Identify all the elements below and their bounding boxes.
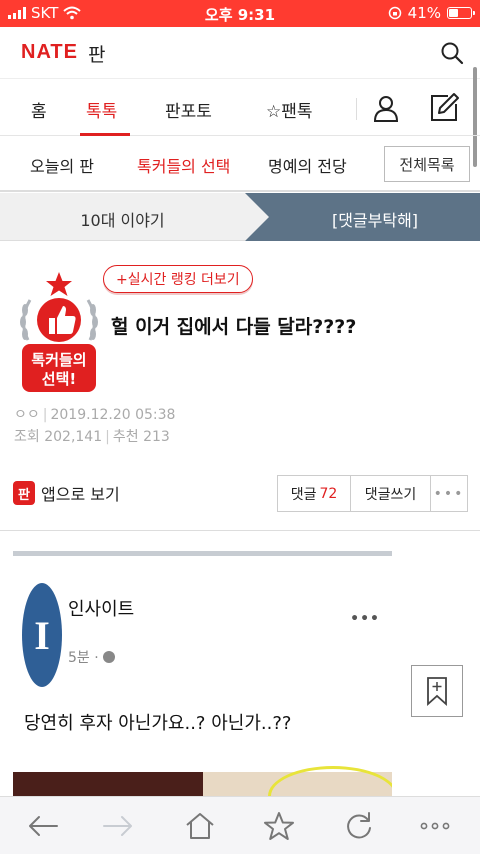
recommend-count: 213	[143, 429, 170, 445]
active-tab-indicator	[80, 133, 130, 136]
embedded-image: I 인사이트 5분 · ••• 당연히 후자 아닌가요..? 아닌가..??	[13, 551, 392, 796]
embed-photo-left	[13, 772, 203, 796]
tab-toktok[interactable]: 톡톡	[86, 97, 117, 122]
all-list-button[interactable]: 전체목록	[384, 146, 470, 182]
embed-top-border	[13, 551, 392, 556]
bookmark-add-icon	[427, 677, 447, 706]
user-icon[interactable]	[372, 94, 400, 122]
battery-percent: 41%	[407, 4, 441, 22]
divider	[356, 98, 357, 120]
search-icon[interactable]	[440, 41, 464, 65]
orientation-lock-icon	[388, 6, 401, 20]
section-title[interactable]: 판	[88, 40, 105, 67]
tab-home[interactable]: 홈	[31, 97, 47, 122]
subnav-talkers-choice[interactable]: 톡커들의 선택	[137, 153, 230, 177]
embed-author: 인사이트	[68, 599, 135, 620]
browser-toolbar	[0, 796, 480, 854]
star-icon[interactable]	[263, 811, 295, 841]
badge-text-1: 톡커들의	[31, 351, 86, 369]
comments-count: 72	[319, 485, 338, 502]
app-header: NATE 판	[0, 27, 480, 167]
badge-text-2: 선택!	[42, 370, 76, 388]
recommend-label: 추천	[112, 429, 139, 445]
post-meta-stats: 조회 202,141 | 추천 213	[14, 429, 170, 445]
main-tabs: 홈 톡톡 판포토 ☆팬톡	[0, 80, 480, 136]
views-count: 202,141	[44, 429, 103, 445]
more-icon[interactable]	[419, 811, 451, 841]
topic-arrow	[245, 193, 269, 241]
insight-avatar: I	[22, 583, 62, 687]
back-icon[interactable]	[27, 811, 59, 841]
reload-icon[interactable]	[343, 811, 375, 841]
tab-panphoto[interactable]: 판포토	[165, 97, 212, 122]
topic-category[interactable]: 10대 이야기	[0, 207, 245, 231]
home-icon[interactable]	[184, 811, 216, 841]
sub-nav: 오늘의 판 톡커들의 선택 명예의 전당 전체목록	[0, 137, 480, 192]
talkers-choice-badge: 톡커들의 선택!	[14, 270, 104, 396]
views-label: 조회	[14, 429, 40, 445]
tab-fantalk[interactable]: ☆팬톡	[266, 97, 313, 122]
subnav-hall-of-fame[interactable]: 명예의 전당	[268, 153, 347, 177]
topic-bar: 10대 이야기 [댓글부탁해]	[0, 193, 480, 241]
post-title: 헐 이거 집에서 다들 달라????	[111, 316, 357, 338]
post-actions: 댓글 72 댓글쓰기 •••	[277, 475, 468, 512]
comments-button[interactable]: 댓글 72	[278, 476, 351, 511]
forward-icon[interactable]	[102, 811, 134, 841]
comments-label: 댓글	[290, 486, 317, 503]
embed-time-text: 5분 ·	[68, 650, 99, 666]
battery-icon	[447, 7, 475, 19]
subnav-today[interactable]: 오늘의 판	[30, 153, 94, 177]
embed-highlight-circle	[268, 766, 392, 796]
globe-icon	[102, 651, 115, 663]
post-date: 2019.12.20 05:38	[50, 407, 176, 423]
embed-time: 5분 ·	[68, 647, 115, 667]
embed-caption: 당연히 후자 아닌가요..? 아닌가..??	[24, 713, 292, 734]
realtime-ranking-button[interactable]: +실시간 랭킹 더보기	[103, 265, 253, 293]
divider	[0, 530, 480, 531]
more-actions-button[interactable]: •••	[431, 476, 467, 511]
post-author: ㅇㅇ	[14, 407, 40, 423]
write-icon[interactable]	[428, 92, 460, 124]
open-in-app-link[interactable]: 판 앱으로 보기	[13, 481, 120, 505]
topic-tag[interactable]: [댓글부탁해]	[270, 207, 480, 231]
embed-more-icon: •••	[350, 611, 380, 627]
status-bar: SKT 오후 9:31 41%	[0, 0, 480, 27]
pan-app-icon: 판	[13, 481, 35, 505]
write-comment-button[interactable]: 댓글쓰기	[351, 476, 431, 511]
nate-logo[interactable]: NATE	[21, 41, 78, 64]
post-meta-author: ㅇㅇ | 2019.12.20 05:38	[14, 407, 176, 423]
bookmark-add-button[interactable]	[411, 665, 463, 717]
open-in-app-label: 앱으로 보기	[41, 485, 120, 504]
